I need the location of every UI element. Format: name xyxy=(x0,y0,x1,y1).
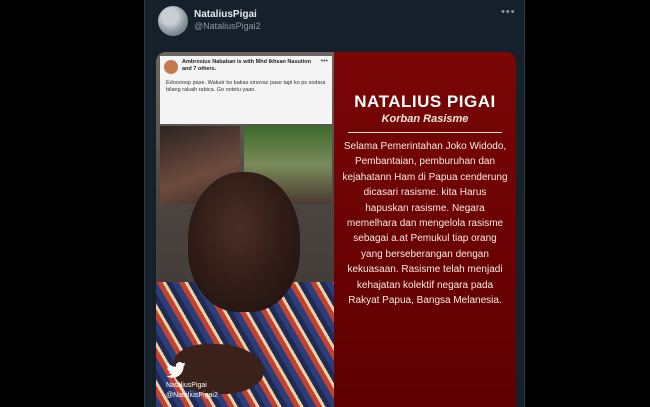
panel-subtitle: Korban Rasisme xyxy=(381,113,469,125)
fb-post-text: Edooooop pase. Wakatr ko bakas sinovac p… xyxy=(166,80,326,93)
tweet-author-handle[interactable]: @NataliusPigai2 xyxy=(194,21,261,31)
portrait-face xyxy=(188,172,300,312)
fb-more-icon: ••• xyxy=(320,58,328,65)
fb-author-avatar xyxy=(164,60,178,74)
panel-quote-text: Selama Pemerintahan Joko Widodo, Pembant… xyxy=(342,141,508,307)
twitter-bird-icon xyxy=(166,362,186,378)
more-dots-icon[interactable]: ••• xyxy=(501,6,516,18)
photo-collage: Ambrosius Nababan is with Mhd Ikhsan Nas… xyxy=(156,52,334,407)
avatar[interactable] xyxy=(158,6,188,36)
tweet-author-name[interactable]: NataliusPigai xyxy=(194,9,257,20)
divider xyxy=(348,132,502,133)
panel-title: NATALIUS PIGAI xyxy=(354,92,496,111)
right-sidebar xyxy=(525,0,650,407)
fb-author-line: Ambrosius Nababan is with Mhd Ikhsan Nas… xyxy=(182,59,311,72)
left-sidebar xyxy=(0,0,144,407)
quote-panel: NATALIUS PIGAI Korban Rasisme Selama Pem… xyxy=(334,52,516,407)
watermark-name: NataliusPigai xyxy=(166,382,207,389)
facebook-post-screenshot: Ambrosius Nababan is with Mhd Ikhsan Nas… xyxy=(160,56,332,124)
tweet-image[interactable]: Ambrosius Nababan is with Mhd Ikhsan Nas… xyxy=(156,52,516,407)
watermark-handle: @NataliusPigai2 xyxy=(166,392,218,399)
